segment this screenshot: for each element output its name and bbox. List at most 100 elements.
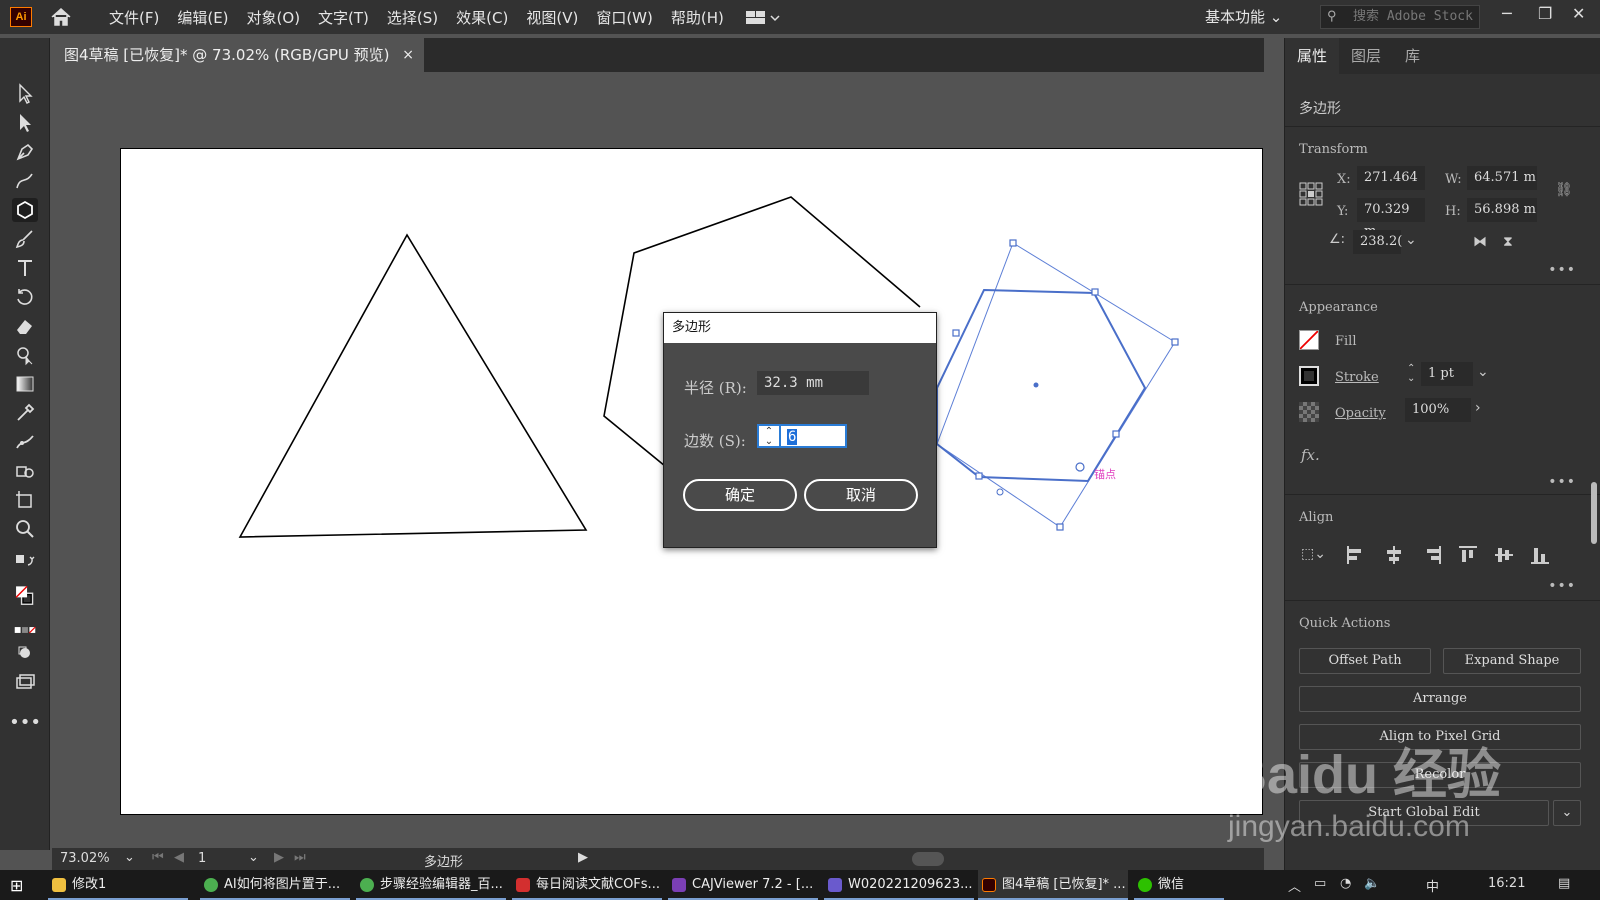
- taskbar-item-browser-2[interactable]: 步骤经验编辑器_百...: [356, 870, 506, 900]
- cajviewer-icon: [672, 878, 686, 892]
- taskbar-item-wechat[interactable]: 微信: [1134, 870, 1224, 900]
- last-page-icon[interactable]: ⏭: [294, 850, 306, 865]
- windows-start-icon[interactable]: ⊞: [10, 876, 23, 895]
- taskbar-item-photo[interactable]: W020221209623...: [824, 870, 974, 900]
- taskbar-item-label: 每日阅读文献COFs...: [536, 877, 660, 892]
- divider: [1285, 600, 1600, 601]
- sides-input[interactable]: 6: [779, 424, 847, 448]
- baidu-watermark: Baidu 经验 jingyan.baidu.com: [1228, 730, 1528, 860]
- align-center-h-icon[interactable]: [1385, 546, 1403, 564]
- opacity-input[interactable]: 100%: [1405, 398, 1471, 422]
- flip-vertical-icon[interactable]: ⧗: [1503, 234, 1513, 250]
- ok-button[interactable]: 确定: [683, 479, 797, 511]
- stroke-swatch-icon[interactable]: [1299, 366, 1319, 386]
- reference-point-icon[interactable]: [1299, 182, 1323, 206]
- offset-path-button[interactable]: Offset Path: [1299, 648, 1431, 674]
- stroke-weight-stepper-icon[interactable]: ⌃ ⌄: [1407, 364, 1415, 384]
- taskbar-item-cajviewer[interactable]: CAJViewer 7.2 - [...: [668, 870, 818, 900]
- y-input[interactable]: 70.329 m: [1357, 198, 1425, 239]
- next-page-icon[interactable]: ▶: [274, 850, 284, 865]
- fx-icon[interactable]: fx.: [1301, 446, 1320, 464]
- zoom-level[interactable]: 73.02%: [60, 851, 110, 866]
- triangle-shape[interactable]: [238, 233, 588, 538]
- status-object-type: 多边形: [424, 855, 464, 870]
- clock[interactable]: 16:21: [1488, 876, 1525, 891]
- align-more-icon[interactable]: •••: [1548, 578, 1576, 594]
- fill-swatch-icon[interactable]: [1299, 330, 1319, 350]
- align-top-icon[interactable]: [1459, 546, 1477, 564]
- browser-icon: [204, 878, 218, 892]
- side-widget[interactable]: [996, 488, 1004, 496]
- flip-horizontal-icon[interactable]: ⧓: [1473, 234, 1487, 250]
- opacity-link[interactable]: Opacity: [1335, 406, 1386, 421]
- polygon-dialog: 多边形 半径 (R): 32.3 mm 边数 (S): ⌃ ⌄ 6 确定 取消: [663, 312, 937, 548]
- volume-icon[interactable]: 🔈: [1364, 876, 1380, 891]
- tab-libraries[interactable]: 库: [1393, 38, 1432, 74]
- close-window-icon[interactable]: ✕: [1572, 4, 1585, 23]
- y-label: Y:: [1337, 204, 1349, 219]
- taskbar-item-label: AI如何将图片置于...: [224, 877, 341, 892]
- taskbar-item-label: 修改1: [72, 877, 107, 892]
- align-to-icon[interactable]: ⬚⌄: [1301, 546, 1326, 562]
- expand-shape-button[interactable]: Expand Shape: [1443, 648, 1581, 674]
- battery-icon[interactable]: ▭: [1314, 876, 1326, 891]
- taskbar-item-explorer[interactable]: 修改1: [48, 870, 188, 900]
- minimize-icon[interactable]: ─: [1502, 4, 1512, 23]
- appearance-heading: Appearance: [1299, 300, 1378, 315]
- watermark-url: jingyan.baidu.com: [1228, 810, 1470, 843]
- chevron-down-icon: ⌄: [1269, 8, 1283, 26]
- h-label: H:: [1445, 204, 1461, 219]
- radius-input[interactable]: 32.3 mm: [757, 371, 869, 395]
- taskbar-item-label: W020221209623...: [848, 877, 973, 892]
- restore-icon[interactable]: ❐: [1538, 4, 1552, 23]
- tab-layers[interactable]: 图层: [1339, 38, 1393, 74]
- align-right-icon[interactable]: [1423, 546, 1441, 564]
- opacity-arrow-icon[interactable]: ›: [1475, 400, 1481, 416]
- cancel-button[interactable]: 取消: [804, 479, 918, 511]
- sides-stepper[interactable]: ⌃ ⌄: [757, 424, 779, 448]
- taskbar-item-label: 微信: [1158, 877, 1185, 892]
- ime-indicator[interactable]: 中: [1426, 876, 1439, 895]
- align-heading: Align: [1299, 510, 1334, 525]
- taskbar-item-browser-1[interactable]: AI如何将图片置于...: [200, 870, 350, 900]
- stroke-weight-input[interactable]: 1 pt: [1421, 362, 1473, 386]
- quick-actions-heading: Quick Actions: [1299, 616, 1391, 631]
- rotate-origin[interactable]: [1075, 462, 1085, 472]
- align-bottom-icon[interactable]: [1531, 546, 1549, 564]
- horizontal-scrollbar[interactable]: [912, 852, 944, 866]
- notification-icon[interactable]: ▤: [1558, 876, 1570, 891]
- transform-more-icon[interactable]: •••: [1548, 262, 1576, 278]
- stroke-link[interactable]: Stroke: [1335, 370, 1379, 385]
- h-input[interactable]: 56.898 m: [1467, 198, 1537, 222]
- align-left-icon[interactable]: [1347, 546, 1365, 564]
- w-label: W:: [1445, 172, 1462, 187]
- center-point: [1033, 382, 1039, 388]
- wifi-icon[interactable]: ◔: [1340, 876, 1351, 891]
- stroke-weight-dropdown-icon[interactable]: ⌄: [1477, 364, 1489, 380]
- zoom-dropdown-icon[interactable]: ⌄: [124, 850, 135, 865]
- search-placeholder: 搜索 Adobe Stock: [1353, 9, 1473, 24]
- taskbar-item-wps[interactable]: 每日阅读文献COFs...: [512, 870, 662, 900]
- appearance-more-icon[interactable]: •••: [1548, 474, 1576, 490]
- stock-search-input[interactable]: ⚲ 搜索 Adobe Stock: [1320, 5, 1480, 29]
- prev-page-icon[interactable]: ◀: [174, 850, 184, 865]
- tray-chevron-icon[interactable]: ︿: [1288, 876, 1301, 895]
- tab-properties[interactable]: 属性: [1285, 38, 1340, 74]
- arrange-button[interactable]: Arrange: [1299, 686, 1581, 712]
- align-center-v-icon[interactable]: [1495, 546, 1513, 564]
- global-edit-options-icon[interactable]: ⌄: [1553, 800, 1581, 826]
- angle-input[interactable]: 238.2(: [1353, 230, 1402, 254]
- panel-scrollbar[interactable]: [1591, 482, 1597, 544]
- object-type-label: 多边形: [1299, 101, 1341, 117]
- status-menu-icon[interactable]: ▶: [578, 850, 588, 865]
- dialog-title: 多边形: [664, 313, 936, 343]
- page-number[interactable]: 1: [198, 851, 206, 866]
- x-input[interactable]: 271.464: [1357, 166, 1425, 190]
- first-page-icon[interactable]: ⏮: [152, 850, 164, 865]
- angle-dropdown-icon[interactable]: ⌄: [1405, 232, 1417, 248]
- hexagon-shape-selected[interactable]: [936, 288, 1147, 483]
- taskbar-item-illustrator[interactable]: 图4草稿 [已恢复]* ...: [978, 870, 1128, 900]
- w-input[interactable]: 64.571 m: [1467, 166, 1537, 190]
- constrain-proportions-icon[interactable]: ⛓: [1555, 182, 1573, 198]
- page-dropdown-icon[interactable]: ⌄: [248, 850, 259, 865]
